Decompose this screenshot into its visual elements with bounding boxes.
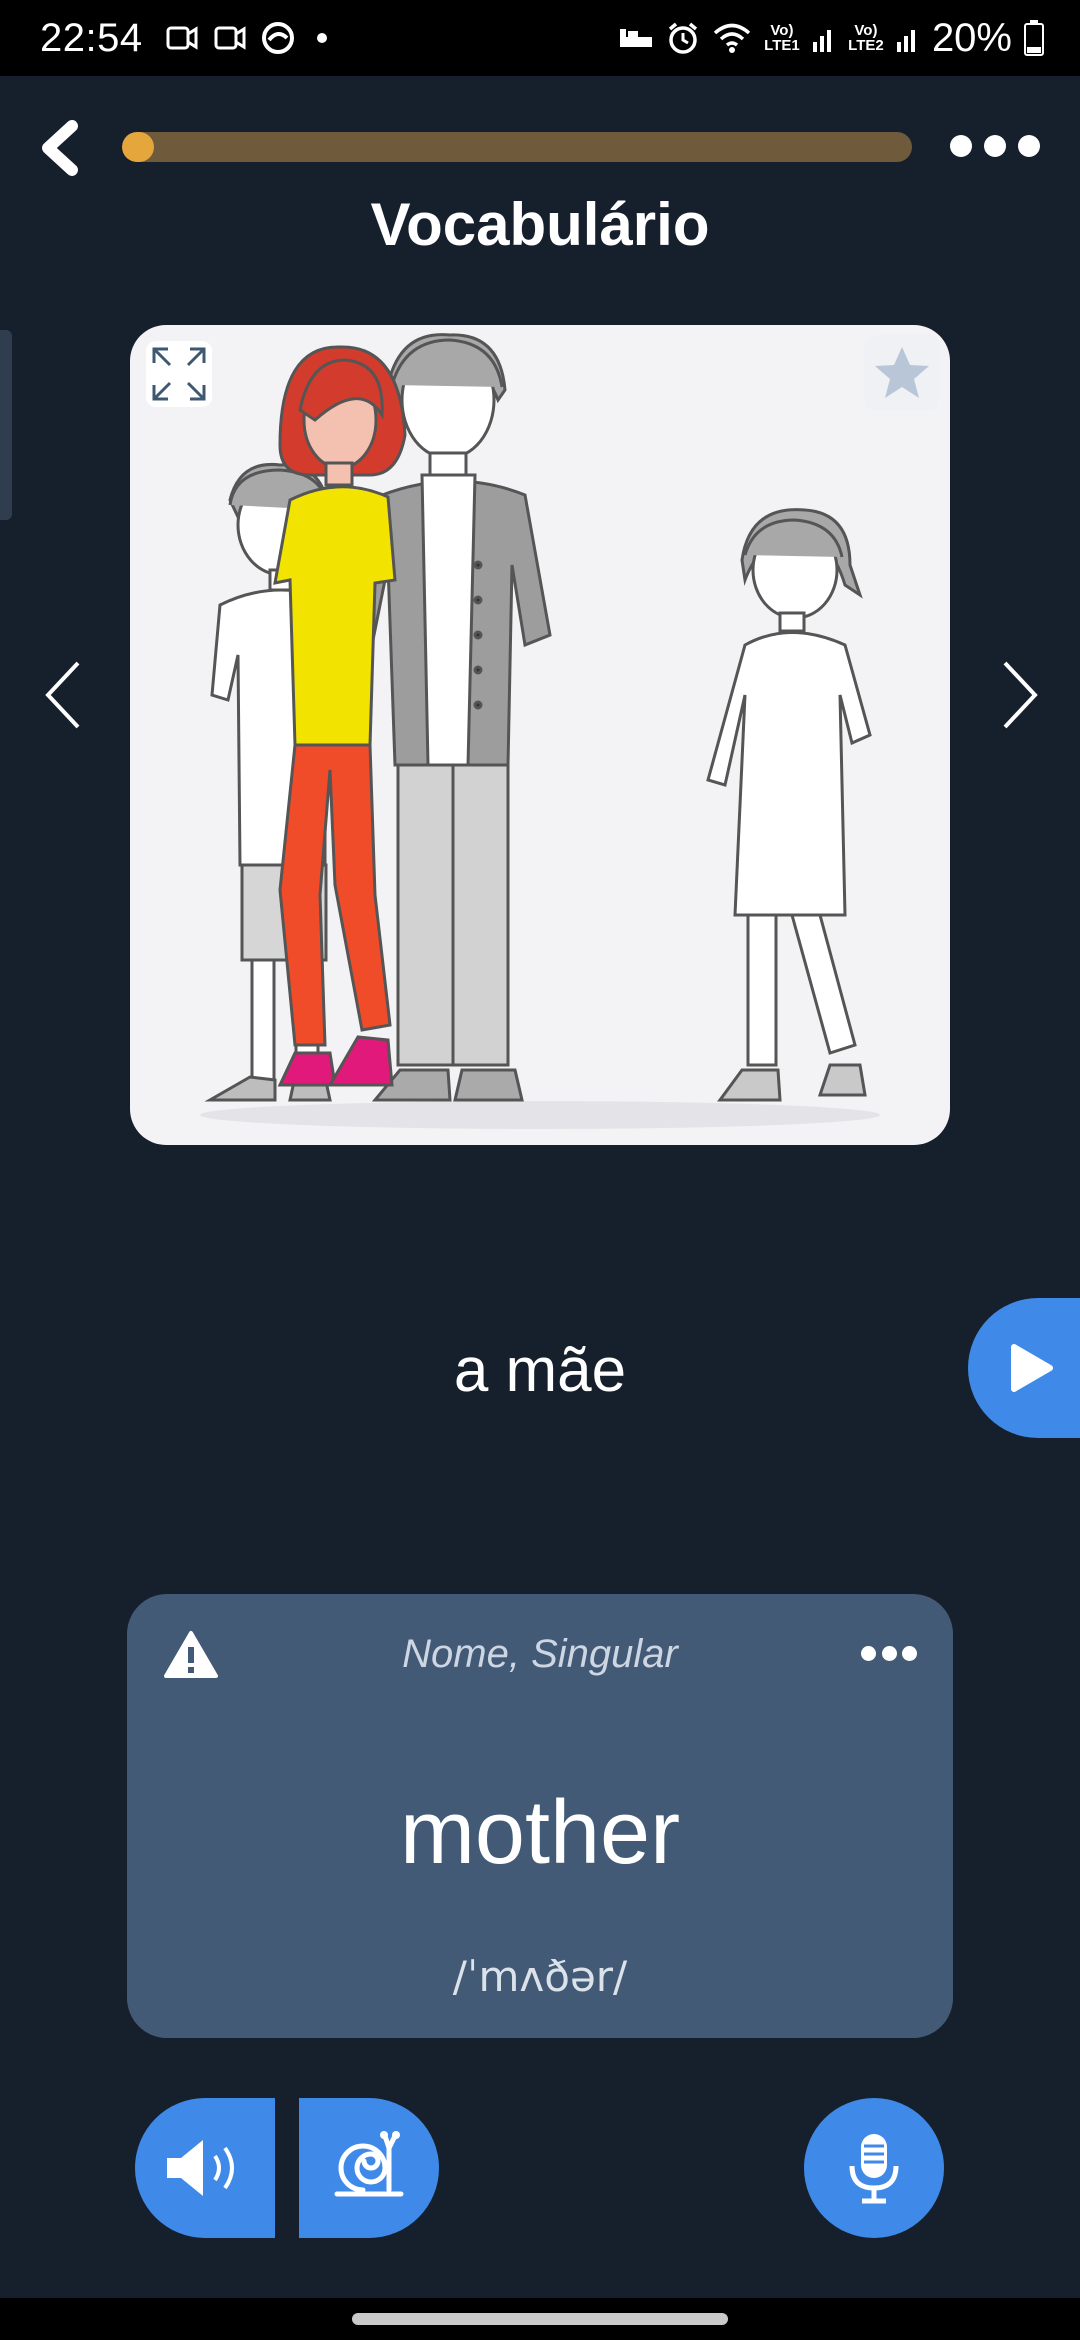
signal-icon [812, 30, 831, 52]
status-time: 22:54 [40, 15, 143, 60]
signal-icon-2 [896, 30, 915, 52]
chevron-right-thin-icon [1003, 661, 1038, 729]
record-pronunciation-button[interactable] [804, 2098, 944, 2238]
play-word-audio-button[interactable] [968, 1298, 1080, 1438]
more-dot [950, 135, 972, 157]
edge-browser-icon [261, 22, 294, 54]
status-bar: 22:54 Vo) LTE1 Vo) LTE2 20% [0, 0, 1080, 76]
more-dot [1018, 135, 1040, 157]
vocabulary-word: a mãe [453, 1336, 627, 1405]
side-drawer-handle[interactable] [0, 330, 12, 520]
speaker-icon [167, 2140, 234, 2196]
status-left-icons [165, 21, 327, 55]
more-dot [881, 1646, 897, 1661]
screen-record-icon-2 [214, 26, 246, 50]
translation-text: mother [399, 1783, 681, 1883]
previous-card-button[interactable] [40, 655, 90, 735]
snail-icon [334, 2131, 404, 2197]
alarm-icon [668, 22, 698, 54]
lesson-progress-fill [122, 132, 154, 162]
translation-more-button[interactable] [861, 1646, 917, 1664]
lte1-label: Vo) LTE1 [764, 22, 800, 54]
screen-record-icon [166, 26, 198, 50]
expand-icon [152, 347, 206, 401]
microphone-icon [849, 2134, 899, 2204]
next-card-button[interactable] [993, 655, 1043, 735]
translation-card: Nome, Singular mother /ˈmʌðər/ [127, 1594, 953, 2038]
notification-dot-icon [316, 33, 327, 43]
lesson-progress-bar [122, 132, 912, 162]
expand-image-button[interactable] [146, 341, 212, 407]
more-options-button[interactable] [950, 126, 1040, 166]
vocabulary-image-card [130, 325, 950, 1145]
battery-percent: 20% [931, 15, 1012, 60]
phonetic-transcription: /ˈmʌðər/ [452, 1952, 628, 2001]
chevron-left-thin-icon [45, 661, 80, 729]
part-of-speech: Nome, Singular [402, 1632, 678, 1676]
lte2-label: Vo) LTE2 [848, 22, 884, 54]
more-dot [861, 1646, 876, 1661]
back-button[interactable] [36, 118, 86, 178]
more-dot [984, 135, 1006, 157]
wifi-icon [713, 23, 751, 53]
favorite-button[interactable] [864, 335, 940, 411]
page-title: Vocabulário [370, 191, 710, 258]
play-slow-audio-button[interactable] [299, 2098, 439, 2238]
chevron-left-icon [42, 120, 78, 176]
play-audio-button[interactable] [135, 2098, 275, 2238]
battery-icon [1024, 20, 1044, 56]
sleep-mode-icon [619, 29, 652, 47]
more-dot [902, 1646, 917, 1661]
family-illustration [200, 333, 880, 1129]
status-right-icons: Vo) LTE1 Vo) LTE2 20% [618, 16, 1044, 61]
star-icon [875, 347, 929, 398]
play-icon [1011, 1344, 1053, 1392]
home-indicator[interactable] [352, 2313, 728, 2325]
